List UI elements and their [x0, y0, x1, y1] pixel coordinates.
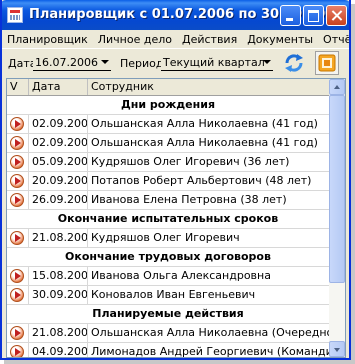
play-cell	[7, 134, 29, 152]
period-label: Период	[120, 57, 164, 70]
column-header-date[interactable]: Дата	[29, 79, 88, 95]
menu-reports[interactable]: Отчёты	[318, 33, 349, 46]
date-underline	[33, 70, 111, 71]
row-employee: Кудряшов Олег Игоревич (36 лет)	[91, 155, 290, 168]
table-row[interactable]: 26.09.2006 Иванова Елена Петровна (38 ле…	[7, 191, 329, 210]
row-date: 05.09.2006	[29, 153, 88, 171]
row-employee: Потапов Роберт Альбертович (48 лет)	[91, 174, 312, 187]
play-icon[interactable]	[10, 326, 24, 340]
play-cell	[7, 172, 29, 190]
play-icon[interactable]	[10, 269, 24, 283]
row-employee: Иванова Елена Петровна (38 лет)	[91, 193, 287, 206]
table-row[interactable]: 30.09.2006 Коновалов Иван Евгеньевич	[7, 286, 329, 305]
menu-documents[interactable]: Документы	[242, 33, 318, 46]
events-grid[interactable]: V Дата Сотрудник Дни рождения 02.09.2006…	[6, 78, 346, 358]
row-employee: Ольшанская Алла Николаевна (41 год)	[91, 117, 318, 130]
row-date: 02.09.2006	[29, 134, 88, 152]
column-header-v[interactable]: V	[7, 79, 29, 95]
title-bar[interactable]: Планировщик с 01.07.2006 по 30.09.2006	[2, 0, 349, 30]
row-date: 21.08.2006	[29, 229, 88, 247]
play-cell	[7, 153, 29, 171]
row-date: 30.09.2006	[29, 286, 88, 304]
group-header-contracts[interactable]: Окончание трудовых договоров	[7, 248, 329, 267]
vertical-scrollbar[interactable]	[329, 79, 345, 357]
table-row[interactable]: 21.08.2006 Кудряшов Олег Игоревич	[7, 229, 329, 248]
period-underline	[161, 70, 273, 71]
grid-rows: Дни рождения 02.09.2006 Ольшанская Алла …	[7, 96, 329, 358]
menu-personal-file[interactable]: Личное дело	[93, 33, 177, 46]
row-employee: Кудряшов Олег Игоревич	[91, 231, 240, 244]
play-cell	[7, 191, 29, 209]
row-date: 04.09.2006	[29, 343, 88, 357]
play-cell	[7, 324, 29, 342]
menu-bar: Планировщик Личное дело Действия Докумен…	[2, 30, 349, 48]
app-calendar-icon	[7, 7, 23, 23]
row-employee: Лимонадов Андрей Георгиевич (Командировк…	[91, 345, 329, 358]
play-icon[interactable]	[10, 288, 24, 302]
close-button[interactable]	[326, 5, 347, 26]
table-row[interactable]: 15.08.2006 Иванова Ольга Александровна	[7, 267, 329, 286]
play-icon[interactable]	[10, 174, 24, 188]
row-date: 21.08.2006	[29, 324, 88, 342]
group-header-birthdays[interactable]: Дни рождения	[7, 96, 329, 115]
play-cell	[7, 229, 29, 247]
toolbar: Дата 16.07.2006 Период Текущий квартал	[2, 48, 349, 77]
row-employee: Ольшанская Алла Николаевна (Очередной от…	[91, 326, 329, 339]
row-employee: Иванова Ольга Александровна	[91, 269, 271, 282]
office-icon	[318, 54, 336, 72]
group-header-probation[interactable]: Окончание испытательных сроков	[7, 210, 329, 229]
scroll-up-icon[interactable]	[329, 79, 345, 95]
row-date: 02.09.2006	[29, 115, 88, 133]
play-icon[interactable]	[10, 345, 24, 357]
minimize-button[interactable]	[280, 5, 301, 26]
row-date: 26.09.2006	[29, 191, 88, 209]
date-value: 16.07.2006	[35, 56, 98, 69]
chevron-down-icon[interactable]	[263, 60, 271, 64]
column-header-employee[interactable]: Сотрудник	[88, 79, 329, 95]
table-row[interactable]: 04.09.2006 Лимонадов Андрей Георгиевич (…	[7, 343, 329, 358]
menu-planner[interactable]: Планировщик	[2, 33, 93, 46]
planner-window: Планировщик с 01.07.2006 по 30.09.2006 П…	[0, 0, 351, 360]
play-icon[interactable]	[10, 117, 24, 131]
play-cell	[7, 286, 29, 304]
row-date: 20.09.2006	[29, 172, 88, 190]
grid-header: V Дата Сотрудник	[7, 79, 329, 96]
play-icon[interactable]	[10, 231, 24, 245]
table-row[interactable]: 20.09.2006 Потапов Роберт Альбертович (4…	[7, 172, 329, 191]
table-row[interactable]: 02.09.2006 Ольшанская Алла Николаевна (4…	[7, 134, 329, 153]
table-row[interactable]: 02.09.2006 Ольшанская Алла Николаевна (4…	[7, 115, 329, 134]
play-cell	[7, 115, 29, 133]
play-icon[interactable]	[10, 193, 24, 207]
table-row[interactable]: 05.09.2006 Кудряшов Олег Игоревич (36 ле…	[7, 153, 329, 172]
play-cell	[7, 267, 29, 285]
maximize-button[interactable]	[303, 5, 324, 26]
office-export-button[interactable]	[315, 51, 339, 75]
row-employee: Ольшанская Алла Николаевна (41 год)	[91, 136, 318, 149]
scroll-down-icon[interactable]	[329, 341, 345, 357]
table-row[interactable]: 21.08.2006 Ольшанская Алла Николаевна (О…	[7, 324, 329, 343]
scroll-thumb[interactable]	[329, 95, 345, 283]
row-date: 15.08.2006	[29, 267, 88, 285]
period-value: Текущий квартал	[163, 56, 265, 69]
row-employee: Коновалов Иван Евгеньевич	[91, 288, 256, 301]
play-icon[interactable]	[10, 155, 24, 169]
chevron-down-icon[interactable]	[101, 60, 109, 64]
play-cell	[7, 343, 29, 357]
refresh-icon[interactable]	[283, 52, 305, 74]
menu-actions[interactable]: Действия	[177, 33, 242, 46]
play-icon[interactable]	[10, 136, 24, 150]
group-header-planned-actions[interactable]: Планируемые действия	[7, 305, 329, 324]
